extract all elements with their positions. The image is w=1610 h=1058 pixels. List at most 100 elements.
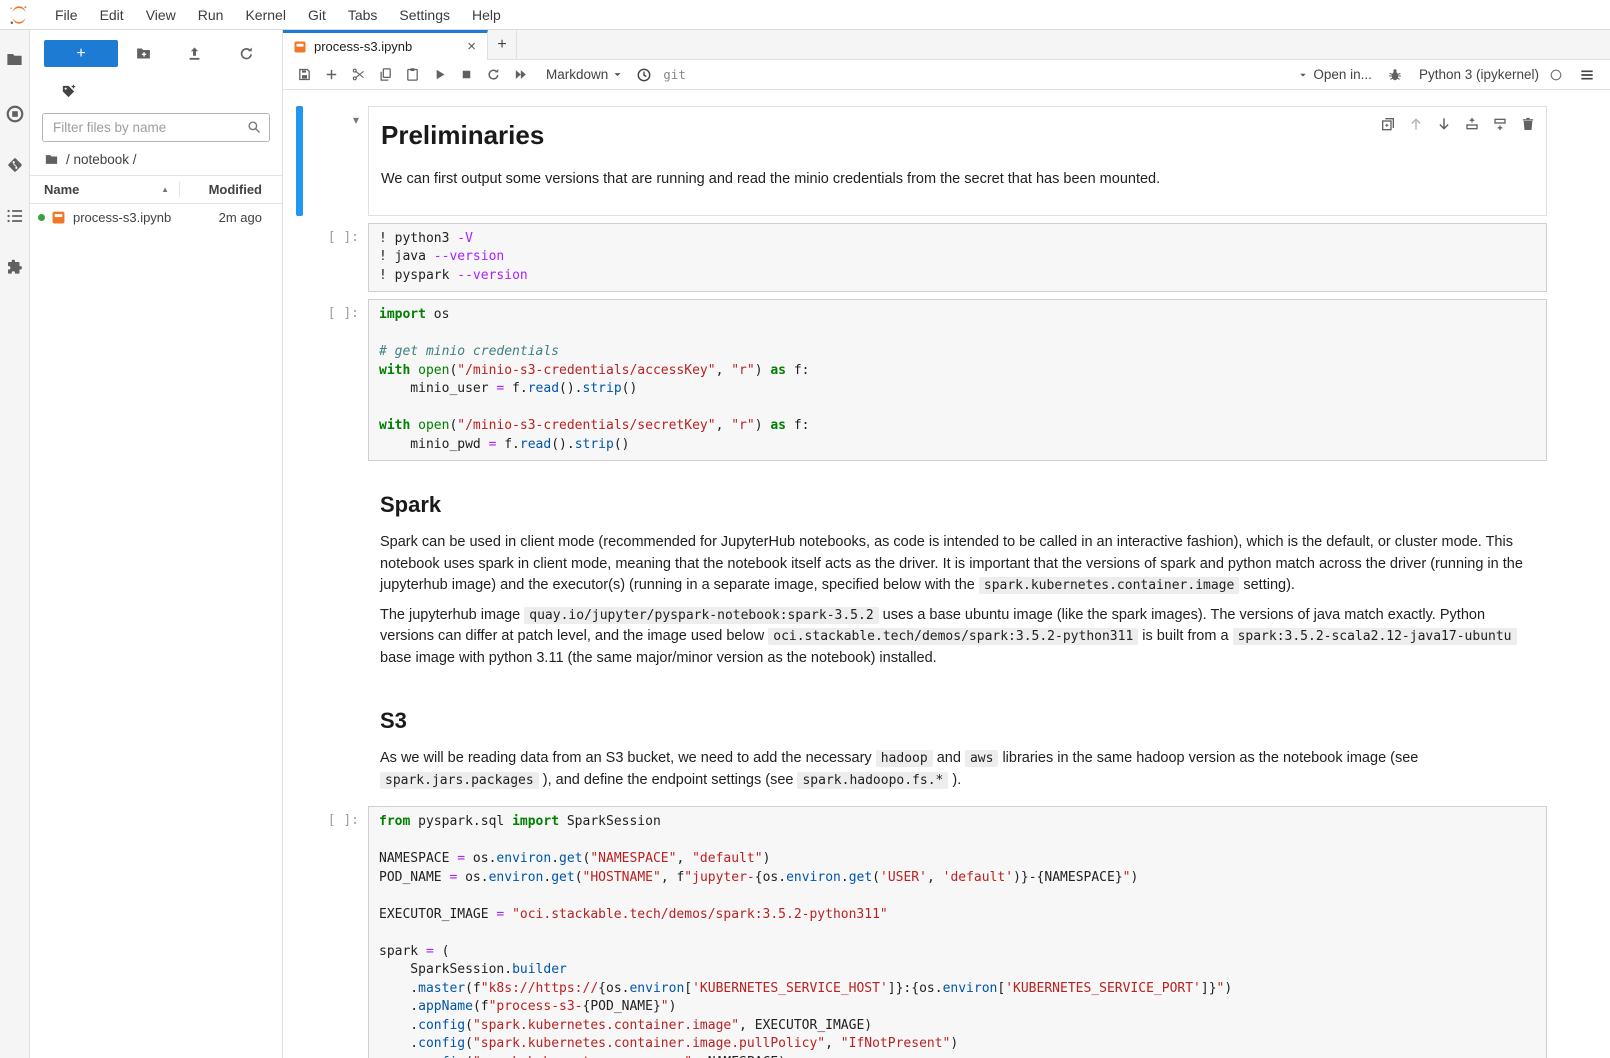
menu-item-help[interactable]: Help	[461, 7, 512, 23]
cell-collapser[interactable]	[296, 468, 303, 677]
activity-bar	[0, 30, 30, 1058]
code-editor[interactable]: import os # get minio credentialswith op…	[368, 299, 1547, 461]
markdown-body[interactable]: PreliminariesWe can first output some ve…	[368, 106, 1547, 216]
delete-cell-button[interactable]	[1516, 112, 1540, 136]
kernel-name[interactable]: Python 3 (ipykernel)	[1419, 67, 1539, 82]
debugger-button[interactable]	[1382, 62, 1409, 88]
copy-cells-button[interactable]	[372, 62, 399, 88]
menu-item-edit[interactable]: Edit	[89, 7, 135, 23]
inline-code: hadoop	[876, 750, 933, 767]
new-folder-button[interactable]	[131, 41, 157, 67]
breadcrumb-path: / notebook /	[66, 152, 137, 167]
upload-files-icon	[186, 45, 203, 62]
git-status-label: git	[663, 67, 686, 82]
markdown-paragraph: As we will be reading data from an S3 bu…	[380, 748, 1535, 791]
insert-cell-below-button[interactable]	[1488, 112, 1512, 136]
cell-prompt: [ ]:	[303, 299, 368, 461]
cell-prompt	[303, 468, 368, 677]
toolbar-menu-button[interactable]	[1573, 62, 1600, 88]
caret-down-icon	[1297, 69, 1309, 81]
markdown-paragraph: We can first output some versions that a…	[381, 169, 1534, 191]
sidebar-item-file-browser[interactable]	[0, 44, 30, 74]
tag-plus-icon[interactable]	[60, 83, 77, 100]
code-line	[379, 832, 1536, 851]
file-name: process-s3.ipynb	[73, 210, 219, 225]
run-cell-button[interactable]	[426, 62, 453, 88]
inline-code: spark:3.5.2-scala2.12-java17-ubuntu	[1233, 628, 1517, 645]
open-in-dropdown[interactable]: Open in...	[1297, 67, 1372, 82]
code-editor[interactable]: ! python3 -V! java --version! pyspark --…	[368, 223, 1547, 293]
table-of-contents-icon	[5, 206, 25, 226]
upload-files-button[interactable]	[182, 41, 208, 67]
copy-cells-icon	[378, 67, 393, 82]
execution-time-button[interactable]	[630, 62, 657, 88]
file-modified: 2m ago	[219, 210, 262, 225]
menu-item-settings[interactable]: Settings	[388, 7, 461, 23]
cell-type-dropdown[interactable]: Markdown	[546, 67, 624, 82]
kernel-status-icon	[1549, 68, 1563, 82]
menu-item-tabs[interactable]: Tabs	[337, 7, 389, 23]
sidebar-item-running-kernels[interactable]	[0, 99, 30, 129]
inline-code: aws	[965, 750, 998, 767]
move-cell-down-button[interactable]	[1432, 112, 1456, 136]
menu-item-view[interactable]: View	[135, 7, 187, 23]
insert-cell-icon	[324, 67, 339, 82]
code-line	[379, 887, 1536, 906]
restart-kernel-button[interactable]	[480, 62, 507, 88]
restart-and-run-all-button[interactable]	[507, 62, 534, 88]
new-folder-icon	[135, 45, 152, 62]
tab-process-s3[interactable]: process-s3.ipynb ×	[283, 30, 488, 60]
cell-collapser[interactable]	[296, 299, 303, 461]
move-cell-up-icon	[1408, 116, 1424, 132]
file-row[interactable]: process-s3.ipynb2m ago	[30, 204, 282, 231]
cell-collapser[interactable]	[296, 223, 303, 293]
code-line: SparkSession.builder	[379, 961, 1536, 980]
sidebar-item-git[interactable]	[0, 150, 30, 180]
close-tab-icon[interactable]: ×	[464, 38, 479, 55]
interrupt-kernel-button[interactable]	[453, 62, 480, 88]
filter-files-input[interactable]	[42, 113, 270, 142]
menu-item-git[interactable]: Git	[297, 7, 337, 23]
insert-cell-above-button[interactable]	[1460, 112, 1484, 136]
cut-cells-icon	[351, 67, 366, 82]
cell-collapser[interactable]	[296, 806, 303, 1058]
refresh-file-list-icon	[238, 45, 255, 62]
move-cell-up-button[interactable]	[1404, 112, 1428, 136]
save-notebook-button[interactable]	[291, 62, 318, 88]
cell-collapser[interactable]	[296, 684, 303, 799]
paste-cells-button[interactable]	[399, 62, 426, 88]
jupyterlab-app: FileEditViewRunKernelGitTabsSettingsHelp…	[0, 0, 1610, 1058]
refresh-file-list-button[interactable]	[233, 41, 259, 67]
menu-item-file[interactable]: File	[44, 7, 89, 23]
file-list-header: Name ▲ Modified	[30, 175, 282, 204]
new-tab-button[interactable]: +	[488, 30, 517, 59]
markdown-paragraph: The jupyterhub image quay.io/jupyter/pys…	[380, 605, 1535, 670]
sidebar-item-extension-manager[interactable]	[0, 252, 30, 282]
cell-toolbar	[1374, 110, 1542, 138]
column-header-modified[interactable]: Modified	[179, 182, 282, 197]
duplicate-cell-button[interactable]	[1376, 112, 1400, 136]
insert-cell-button[interactable]	[318, 62, 345, 88]
extension-manager-icon	[5, 257, 25, 277]
markdown-body[interactable]: S3As we will be reading data from an S3 …	[368, 684, 1547, 799]
markdown-cell: S3As we will be reading data from an S3 …	[283, 684, 1610, 799]
collapse-heading-icon[interactable]: ▾	[353, 113, 359, 127]
menu-item-run[interactable]: Run	[187, 7, 235, 23]
breadcrumb[interactable]: / notebook /	[30, 142, 282, 175]
code-line: .master(f"k8s://https://{os.environ['KUB…	[379, 980, 1536, 999]
column-header-name[interactable]: Name ▲	[30, 182, 179, 197]
code-line: import os	[379, 306, 1536, 325]
restart-kernel-icon	[486, 67, 501, 82]
new-launcher-button[interactable]: +	[44, 40, 118, 67]
hamburger-menu-icon	[1579, 67, 1595, 83]
markdown-body[interactable]: SparkSpark can be used in client mode (r…	[368, 468, 1547, 677]
sidebar-item-table-of-contents[interactable]	[0, 201, 30, 231]
notebook-file-icon	[51, 210, 66, 225]
code-editor[interactable]: from pyspark.sql import SparkSession NAM…	[368, 806, 1547, 1058]
file-browser-toolbar: +	[30, 30, 282, 71]
menu-item-kernel[interactable]: Kernel	[234, 7, 296, 23]
cut-cells-button[interactable]	[345, 62, 372, 88]
code-line	[379, 399, 1536, 418]
cell-collapser[interactable]	[296, 106, 303, 216]
file-browser-icon	[5, 50, 24, 69]
